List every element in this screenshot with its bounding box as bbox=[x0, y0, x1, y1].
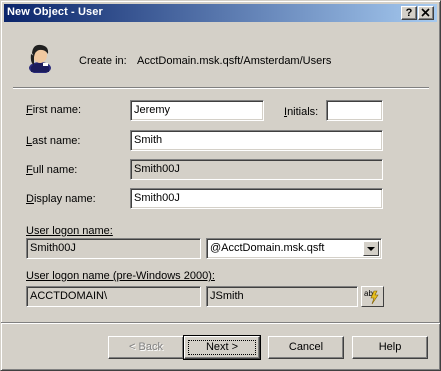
help-title-button[interactable]: ? bbox=[401, 6, 417, 20]
next-button[interactable]: Next > bbox=[183, 335, 261, 360]
create-in-path: AcctDomain.msk.qsft/Amsterdam/Users bbox=[137, 55, 332, 67]
logon-name-field[interactable]: Smith00J bbox=[26, 238, 201, 259]
logon-name-label: User logon name: bbox=[26, 225, 113, 237]
full-name-field[interactable]: Smith00J bbox=[130, 159, 383, 180]
first-name-field[interactable]: Jeremy bbox=[130, 100, 264, 121]
full-name-label: Full name: bbox=[26, 164, 78, 176]
window-title: New Object - User bbox=[7, 6, 103, 18]
new-user-dialog: New Object - User ? Create in: AcctDomai… bbox=[0, 0, 441, 371]
upn-suffix-select[interactable]: @AcctDomain.msk.qsft bbox=[206, 238, 382, 259]
upn-suffix-value: @AcctDomain.msk.qsft bbox=[210, 242, 325, 254]
separator bbox=[13, 87, 429, 89]
display-name-field[interactable]: Smith00J bbox=[130, 188, 383, 209]
close-button[interactable] bbox=[418, 6, 434, 20]
pre2000-name-field[interactable]: JSmith bbox=[206, 286, 358, 307]
create-in-label: Create in: bbox=[79, 55, 127, 67]
first-name-label: First name: bbox=[26, 104, 82, 116]
last-name-field[interactable]: Smith bbox=[130, 130, 383, 151]
last-name-label: Last name: bbox=[26, 135, 81, 147]
cancel-button[interactable]: Cancel bbox=[268, 336, 344, 359]
initials-label: Initials: bbox=[284, 106, 319, 118]
close-icon bbox=[421, 8, 430, 17]
focus-ring bbox=[188, 340, 256, 355]
title-bar[interactable]: New Object - User ? bbox=[4, 4, 437, 22]
bottom-separator bbox=[1, 322, 440, 324]
back-button[interactable]: < Back bbox=[108, 336, 184, 359]
pre2000-label: User logon name (pre-Windows 2000): bbox=[26, 270, 215, 282]
generate-name-button[interactable]: ab bbox=[361, 286, 384, 307]
help-button[interactable]: Help bbox=[352, 336, 428, 359]
user-icon bbox=[29, 44, 51, 73]
generate-name-icon: ab bbox=[364, 289, 379, 305]
initials-field[interactable] bbox=[326, 100, 383, 121]
display-name-label: Display name: bbox=[26, 193, 96, 205]
pre2000-domain-field[interactable]: ACCTDOMAIN\ bbox=[26, 286, 201, 307]
chevron-down-icon[interactable] bbox=[363, 241, 379, 256]
